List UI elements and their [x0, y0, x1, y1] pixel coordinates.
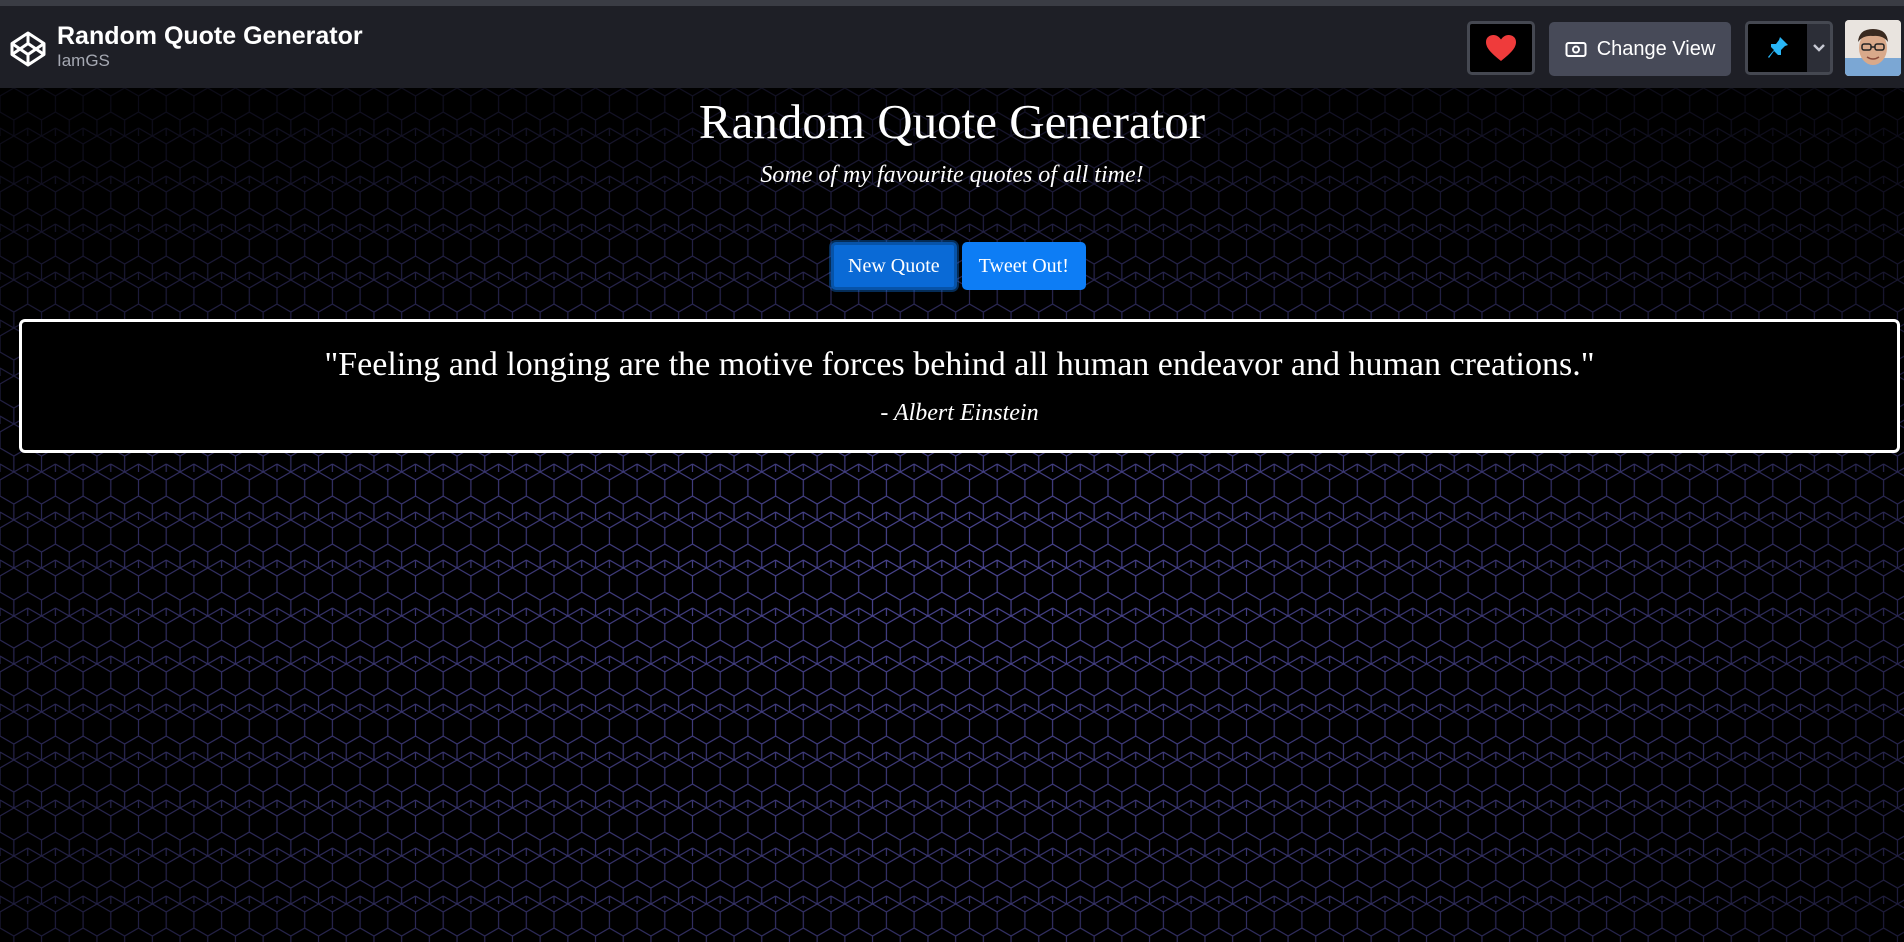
hexagon-background	[0, 88, 1904, 942]
chevron-down-icon	[1812, 44, 1825, 52]
heart-icon	[1486, 35, 1516, 61]
change-view-button[interactable]: Change View	[1549, 22, 1731, 76]
quote-author: - Albert Einstein	[880, 400, 1039, 426]
action-buttons: New Quote Tweet Out!	[831, 242, 1086, 290]
page-subtitle: Some of my favourite quotes of all time!	[760, 162, 1144, 188]
layout-icon	[1565, 42, 1587, 57]
preview-stage: Random Quote Generator Some of my favour…	[0, 88, 1904, 942]
change-view-label: Change View	[1596, 37, 1716, 60]
page-title: Random Quote Generator	[698, 94, 1206, 149]
pen-author[interactable]: IamGS	[57, 51, 363, 71]
codepen-logo-icon[interactable]	[8, 29, 48, 69]
pin-button[interactable]	[1748, 24, 1807, 72]
tweet-button[interactable]: Tweet Out!	[961, 242, 1086, 290]
pin-button-group	[1745, 21, 1833, 75]
codepen-header: Random Quote Generator IamGS Change View	[0, 6, 1904, 88]
quote-text: "Feeling and longing are the motive forc…	[324, 346, 1595, 383]
pen-title-block: Random Quote Generator IamGS	[57, 21, 363, 71]
pen-title[interactable]: Random Quote Generator	[57, 21, 363, 51]
pin-icon	[1767, 37, 1788, 58]
user-avatar[interactable]	[1845, 20, 1901, 76]
love-button[interactable]	[1467, 21, 1535, 75]
pin-dropdown-button[interactable]	[1807, 24, 1830, 72]
new-quote-button[interactable]: New Quote	[831, 242, 957, 290]
quote-box: "Feeling and longing are the motive forc…	[19, 319, 1900, 453]
